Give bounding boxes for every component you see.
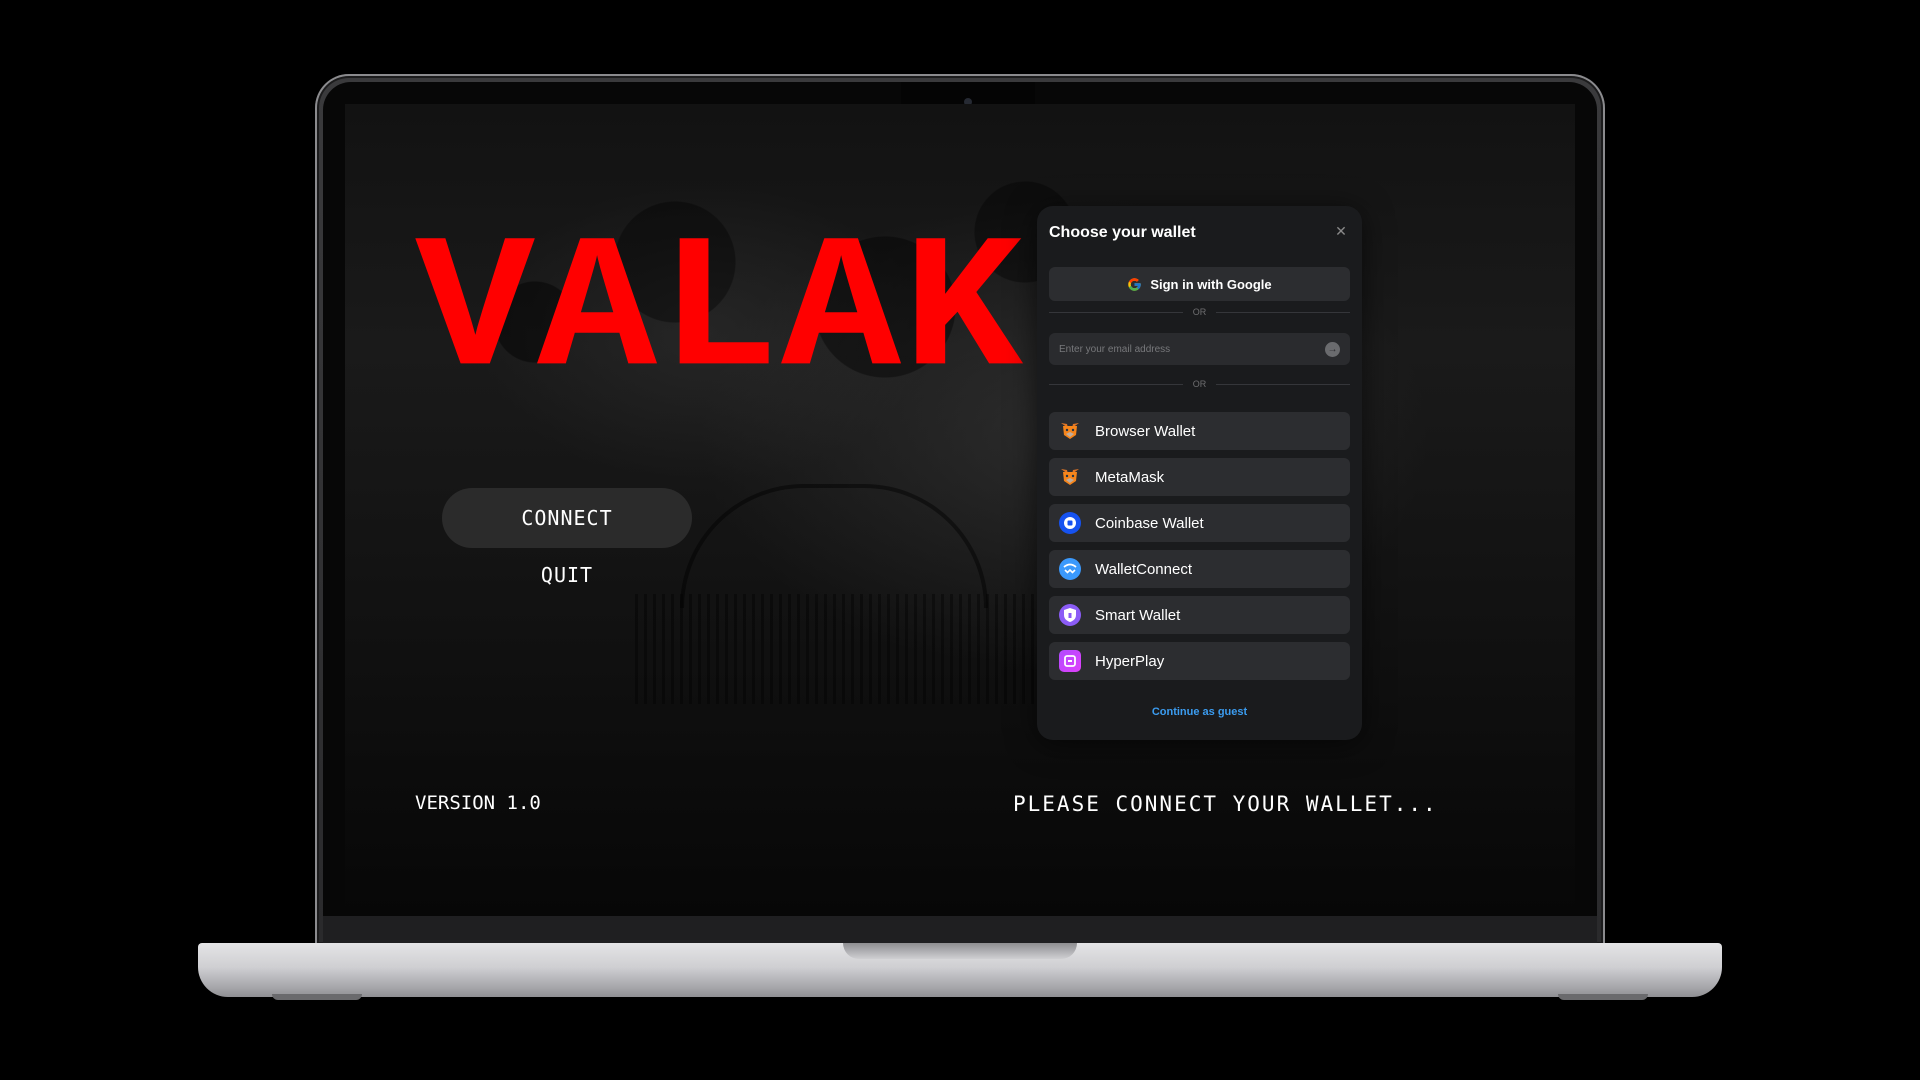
email-input[interactable]	[1049, 333, 1329, 365]
wallet-label: Browser Wallet	[1095, 422, 1196, 440]
lid-opening-notch	[843, 943, 1077, 959]
laptop-base	[198, 943, 1722, 997]
metamask-fox-icon	[1059, 466, 1081, 488]
version-label: VERSION 1.0	[415, 792, 541, 814]
close-icon[interactable]: ✕	[1332, 222, 1350, 240]
metamask-fox-icon	[1059, 420, 1081, 442]
or-divider: OR	[1049, 377, 1350, 391]
google-signin-label: Sign in with Google	[1150, 276, 1272, 292]
or-text: OR	[1192, 379, 1207, 389]
connect-button[interactable]: CONNECT	[442, 488, 692, 548]
wallet-label: MetaMask	[1095, 468, 1165, 486]
wallet-option-coinbase[interactable]: Coinbase Wallet	[1049, 504, 1350, 542]
wallet-label: HyperPlay	[1095, 652, 1165, 670]
wallet-option-browser-wallet[interactable]: Browser Wallet	[1049, 412, 1350, 450]
smart-wallet-shield-icon	[1059, 604, 1081, 626]
wallet-modal: Choose your wallet ✕ Sign in with Google…	[1037, 206, 1362, 740]
wallet-label: Coinbase Wallet	[1095, 514, 1204, 532]
connect-wallet-prompt: PLEASE CONNECT YOUR WALLET...	[1013, 792, 1438, 816]
device-mockup: VALAK CONNECT QUIT VERSION 1.0 PLEASE CO…	[0, 0, 1920, 1080]
coinbase-icon	[1059, 512, 1081, 534]
game-screen: VALAK CONNECT QUIT VERSION 1.0 PLEASE CO…	[345, 104, 1575, 914]
background-fence	[635, 594, 1055, 704]
wallet-label: Smart Wallet	[1095, 606, 1181, 624]
wallet-label: WalletConnect	[1095, 560, 1192, 578]
laptop-lid: VALAK CONNECT QUIT VERSION 1.0 PLEASE CO…	[315, 74, 1605, 946]
wallet-option-hyperplay[interactable]: HyperPlay	[1049, 642, 1350, 680]
or-divider: OR	[1049, 305, 1350, 319]
wallet-option-walletconnect[interactable]: WalletConnect	[1049, 550, 1350, 588]
google-icon	[1128, 277, 1142, 291]
wallet-option-metamask[interactable]: MetaMask	[1049, 458, 1350, 496]
modal-title: Choose your wallet	[1049, 224, 1196, 241]
laptop-foot-left	[272, 994, 362, 1000]
bezel-bottom	[323, 916, 1597, 946]
laptop-foot-right	[1558, 994, 1648, 1000]
wallet-list: Browser Wallet MetaMask Coinbase Wallet …	[1049, 412, 1350, 688]
continue-as-guest-link[interactable]: Continue as guest	[1037, 706, 1362, 718]
walletconnect-icon	[1059, 558, 1081, 580]
google-signin-button[interactable]: Sign in with Google	[1049, 267, 1350, 301]
game-title: VALAK	[415, 205, 1026, 422]
or-text: OR	[1192, 307, 1207, 317]
wallet-option-smart-wallet[interactable]: Smart Wallet	[1049, 596, 1350, 634]
hyperplay-icon	[1059, 650, 1081, 672]
email-field-container: →	[1049, 333, 1350, 365]
quit-button[interactable]: QUIT	[442, 554, 692, 596]
screen-bezel: VALAK CONNECT QUIT VERSION 1.0 PLEASE CO…	[323, 82, 1597, 946]
arrow-right-icon[interactable]: →	[1325, 342, 1340, 357]
